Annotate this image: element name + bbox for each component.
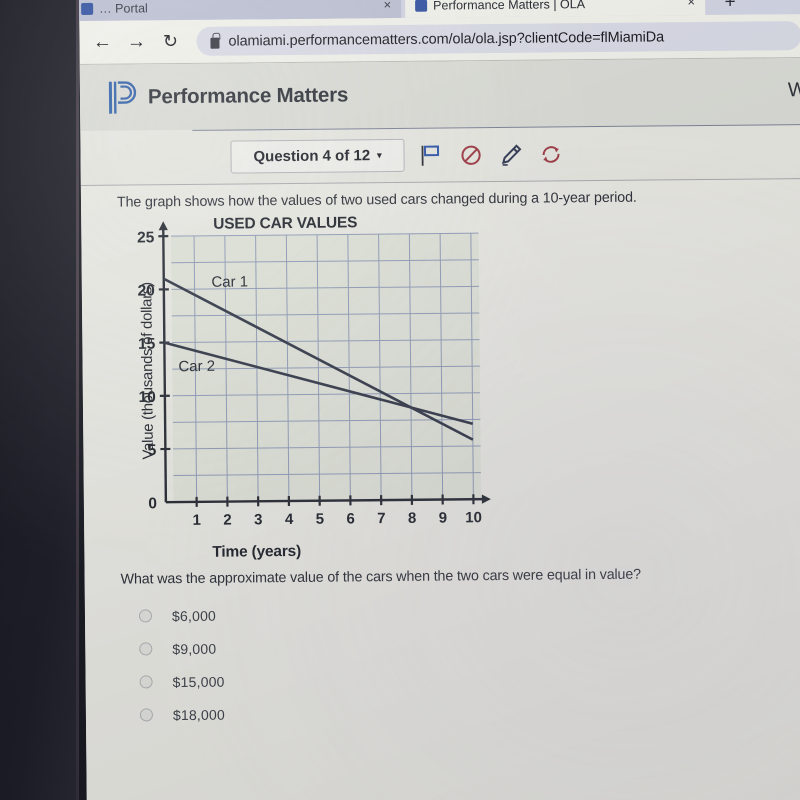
radio-button[interactable] bbox=[138, 609, 153, 623]
tab-title: … Portal bbox=[99, 1, 148, 16]
radio-button[interactable] bbox=[139, 708, 153, 722]
reload-icon[interactable]: ↻ bbox=[155, 26, 185, 56]
answer-choice-label: $9,000 bbox=[172, 640, 217, 657]
browser-tab-inactive[interactable]: … Portal × bbox=[79, 0, 402, 22]
radio-button[interactable] bbox=[139, 675, 153, 689]
page-body: Performance Matters Wel Question 4 of 12… bbox=[79, 57, 800, 800]
highlighter-icon[interactable] bbox=[497, 140, 524, 167]
chart-x-tick-label: 4 bbox=[285, 511, 294, 528]
close-icon[interactable]: × bbox=[687, 0, 695, 9]
answer-choices: $6,000 $9,000 $15,000 $18,000 bbox=[121, 593, 800, 732]
back-icon[interactable]: ← bbox=[87, 27, 117, 57]
chart-x-tick-label: 7 bbox=[377, 510, 386, 527]
welcome-text: Wel bbox=[787, 78, 800, 102]
app-brand-name: Performance Matters bbox=[147, 83, 349, 109]
question-stem: The graph shows how the values of two us… bbox=[116, 189, 637, 211]
question-selector-dropdown[interactable]: Question 4 of 12 ▾ bbox=[230, 138, 405, 174]
reset-icon[interactable] bbox=[537, 140, 564, 167]
eliminate-icon[interactable] bbox=[457, 141, 484, 168]
chart-y-tick-label: 10 bbox=[139, 389, 156, 406]
close-icon[interactable]: × bbox=[383, 0, 391, 12]
performance-matters-favicon bbox=[415, 0, 428, 12]
chart-x-tick-label: 2 bbox=[223, 512, 232, 529]
chart-y-tick-label: 25 bbox=[137, 229, 155, 246]
browser-toolbar: ← → ↻ olamiami.performancematters.com/ol… bbox=[79, 13, 800, 65]
new-tab-button[interactable]: + bbox=[715, 0, 745, 15]
address-bar[interactable]: olamiami.performancematters.com/ola/ola.… bbox=[196, 21, 800, 56]
chart-y-tick-label: 20 bbox=[138, 282, 155, 299]
answer-choice-label: $6,000 bbox=[171, 607, 217, 624]
chart-x-tick-label: 3 bbox=[254, 511, 263, 528]
answer-choice[interactable]: $18,000 bbox=[122, 692, 800, 732]
forward-icon[interactable]: → bbox=[121, 27, 151, 57]
chart-x-tick-label: 1 bbox=[193, 512, 202, 529]
chart-x-tick-label: 8 bbox=[408, 510, 417, 527]
chart-y-tick-label: 15 bbox=[138, 336, 156, 353]
page-icon bbox=[81, 2, 94, 15]
flag-icon[interactable] bbox=[417, 141, 444, 168]
url-text: olamiami.performancematters.com/ola/ola.… bbox=[228, 28, 665, 50]
tab-title: Performance Matters | OLA bbox=[433, 0, 586, 13]
question-selector-label: Question 4 of 12 bbox=[253, 146, 371, 165]
chart-x-axis-label: Time (years) bbox=[212, 542, 302, 561]
chart: USED CAR VALUES Value (thousands of doll… bbox=[117, 211, 510, 570]
photo-of-screen: … Portal × Performance Matters | OLA × +… bbox=[0, 0, 800, 800]
screen-content: … Portal × Performance Matters | OLA × +… bbox=[79, 0, 800, 800]
browser-tab-active[interactable]: Performance Matters | OLA × bbox=[404, 0, 706, 18]
question-content: The graph shows how the values of two us… bbox=[81, 179, 800, 732]
chart-plot-area: 0 5 10 15 20 25 1 2 3 4 5 6 7 8 9 10 Car 1 Car 2 bbox=[137, 221, 491, 529]
answer-choice-label: $18,000 bbox=[172, 706, 226, 723]
performance-matters-logo bbox=[108, 81, 137, 114]
chart-series-label: Car 2 bbox=[178, 358, 215, 375]
chart-x-tick-label: 9 bbox=[439, 509, 448, 526]
radio-button[interactable] bbox=[139, 642, 153, 656]
question-toolbar: Question 4 of 12 ▾ bbox=[80, 123, 800, 186]
app-header: Performance Matters Wel bbox=[79, 57, 800, 131]
chart-y-tick-label: 0 bbox=[148, 495, 157, 512]
chart-x-tick-label: 5 bbox=[316, 511, 325, 528]
monitor-bezel bbox=[0, 0, 76, 800]
chart-series-label: Car 1 bbox=[211, 273, 248, 290]
chart-x-tick-label: 10 bbox=[465, 509, 482, 526]
lock-icon bbox=[210, 37, 220, 49]
chart-x-tick-label: 6 bbox=[346, 510, 355, 527]
monitor-bezel-edge bbox=[76, 0, 79, 800]
chart-y-tick-label: 5 bbox=[148, 442, 157, 459]
chevron-down-icon: ▾ bbox=[377, 149, 382, 160]
answer-choice-label: $15,000 bbox=[172, 673, 225, 690]
